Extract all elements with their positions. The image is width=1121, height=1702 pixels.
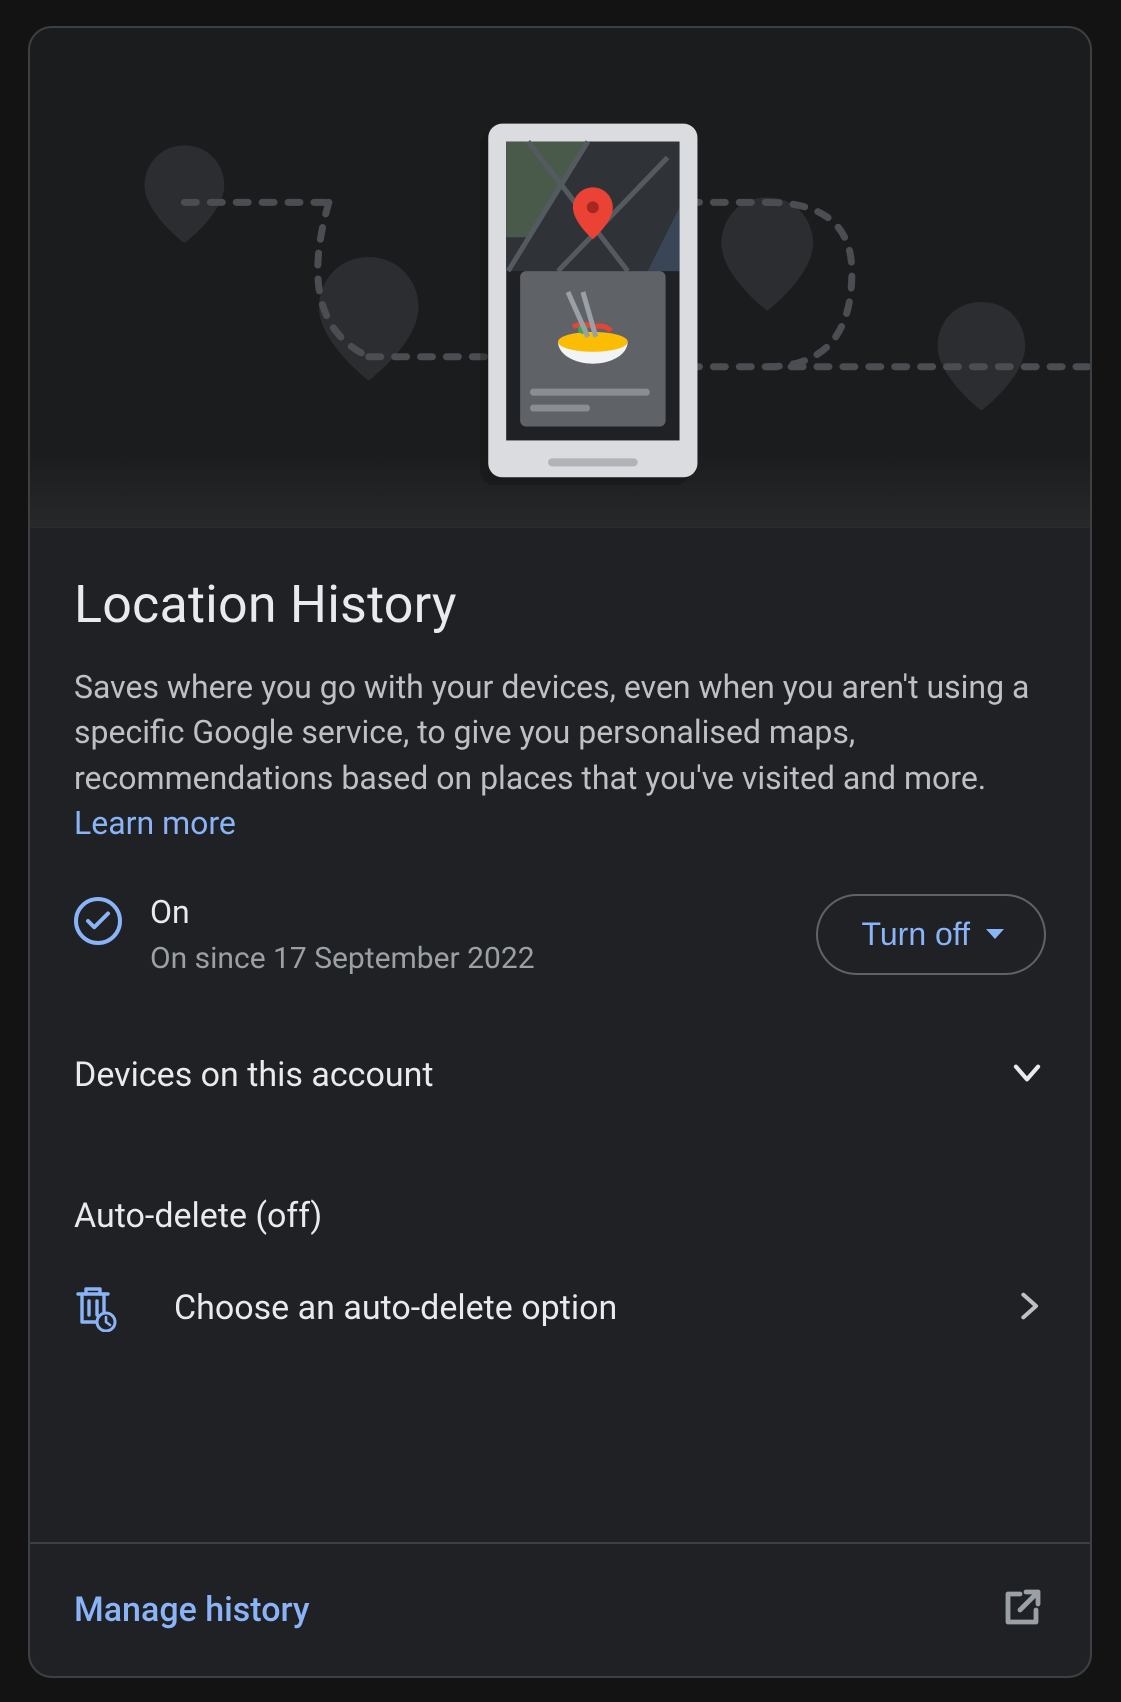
hero-illustration bbox=[30, 28, 1090, 528]
chevron-down-icon bbox=[1008, 1054, 1046, 1096]
devices-on-account-row[interactable]: Devices on this account bbox=[74, 1054, 1046, 1096]
description: Saves where you go with your devices, ev… bbox=[74, 665, 1046, 847]
turn-off-button[interactable]: Turn off bbox=[816, 894, 1047, 975]
status-row: On On since 17 September 2022 Turn off bbox=[74, 893, 1046, 976]
manage-history-label: Manage history bbox=[74, 1590, 310, 1630]
auto-delete-title: Auto-delete (off) bbox=[74, 1196, 1046, 1236]
status-since-label: On since 17 September 2022 bbox=[150, 941, 535, 976]
turn-off-label: Turn off bbox=[862, 916, 971, 953]
description-text: Saves where you go with your devices, ev… bbox=[74, 668, 1029, 797]
open-in-new-icon bbox=[998, 1584, 1046, 1636]
check-circle-icon bbox=[74, 897, 122, 945]
auto-delete-row[interactable]: Choose an auto-delete option bbox=[74, 1284, 1046, 1332]
auto-delete-option-label: Choose an auto-delete option bbox=[174, 1288, 617, 1328]
devices-label: Devices on this account bbox=[74, 1055, 434, 1095]
page-title: Location History bbox=[74, 574, 1046, 635]
location-history-card: Location History Saves where you go with… bbox=[28, 26, 1092, 1678]
auto-delete-icon bbox=[74, 1284, 118, 1332]
hero-svg bbox=[30, 28, 1090, 526]
chevron-right-icon bbox=[1012, 1289, 1046, 1327]
manage-history-row[interactable]: Manage history bbox=[30, 1542, 1090, 1676]
status-on-label: On bbox=[150, 893, 535, 931]
caret-down-icon bbox=[986, 929, 1004, 939]
learn-more-link[interactable]: Learn more bbox=[74, 804, 236, 842]
